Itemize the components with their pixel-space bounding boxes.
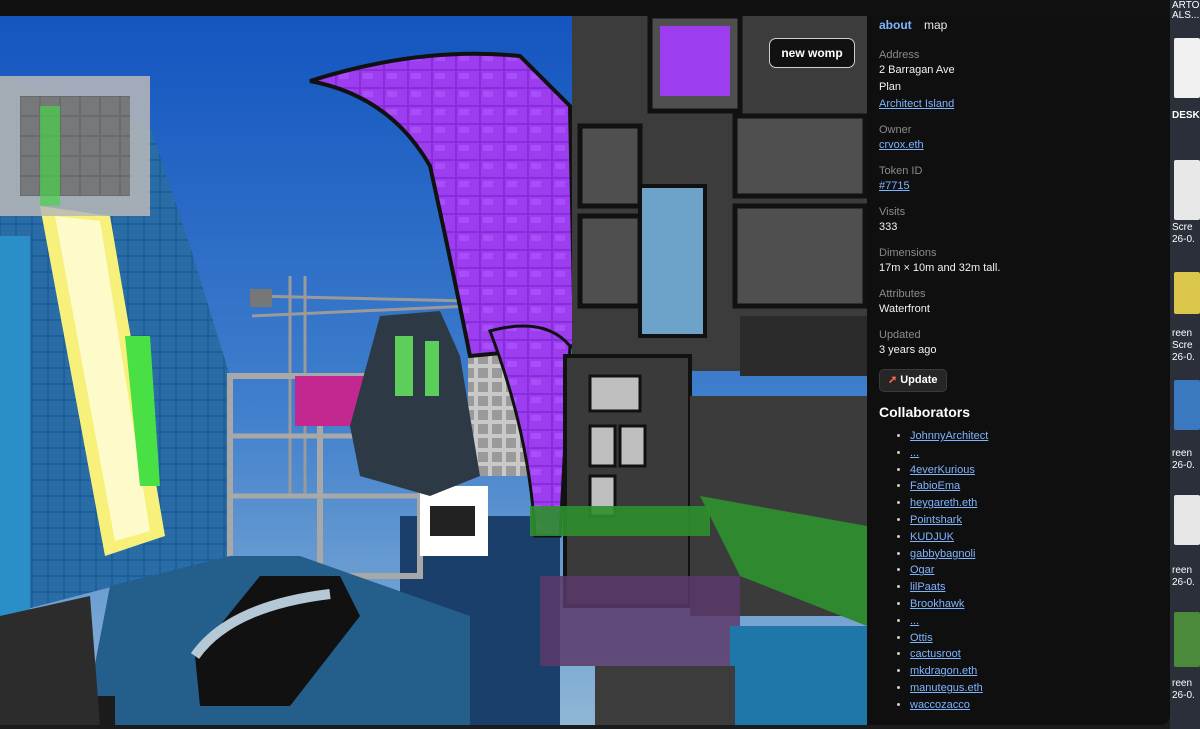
collaborator-link[interactable]: cactusroot xyxy=(910,648,961,660)
collaborator-link[interactable]: JohnnyArchitect xyxy=(910,430,988,442)
collaborator-link[interactable]: lilPaats xyxy=(910,581,945,593)
list-item: Ogar xyxy=(910,562,1158,579)
window-top-bar xyxy=(0,0,1200,16)
list-item: gabbybagnoli xyxy=(910,546,1158,563)
token-id-link[interactable]: #7715 xyxy=(879,180,910,192)
list-item: lilPaats xyxy=(910,579,1158,596)
new-womp-button[interactable]: new womp xyxy=(769,38,855,68)
collaborator-link[interactable]: Brookhawk xyxy=(910,598,964,610)
collaborator-link[interactable]: KUDJUK xyxy=(910,531,954,543)
desktop-icon-label[interactable]: Scre xyxy=(1172,340,1200,351)
list-item: ... xyxy=(910,613,1158,630)
desktop-file-thumbnail[interactable] xyxy=(1174,160,1200,220)
collaborator-link[interactable]: Ottis xyxy=(910,632,933,644)
dimensions-label: Dimensions xyxy=(879,247,937,259)
rocket-icon: ➚ xyxy=(888,374,898,386)
desktop-background-strip: ARTO ALS... DESK Scre 26-0. reen Scre 26… xyxy=(1170,0,1200,729)
address-label: Address xyxy=(879,49,920,61)
visits-value: 333 xyxy=(879,221,898,233)
list-item: waccozacco xyxy=(910,697,1158,714)
collaborator-link[interactable]: Pointshark xyxy=(910,514,962,526)
desktop-icon-label[interactable]: reen xyxy=(1172,565,1200,576)
desktop-icon-label[interactable]: 26-0. xyxy=(1172,577,1200,588)
sidebar-tabs: about map xyxy=(879,18,1158,38)
desktop-file-thumbnail[interactable] xyxy=(1174,612,1200,667)
desktop-file-thumbnail[interactable] xyxy=(1174,272,1200,314)
attributes-label: Attributes xyxy=(879,288,926,300)
parcel-info-sidebar: about map Address 2 Barragan Ave Plan Ar… xyxy=(867,16,1170,725)
desktop-file-thumbnail[interactable] xyxy=(1174,380,1200,430)
update-button-label: Update xyxy=(900,374,938,386)
app-window: new womp about map Address 2 Barragan Av… xyxy=(0,0,1200,729)
list-item: KUDJUK xyxy=(910,529,1158,546)
owner-label: Owner xyxy=(879,124,912,136)
list-item: mkdragon.eth xyxy=(910,663,1158,680)
list-item: Brookhawk xyxy=(910,596,1158,613)
plan-value: Plan xyxy=(879,81,902,93)
list-item: Ottis xyxy=(910,630,1158,647)
desktop-icon-label[interactable]: DESK xyxy=(1172,110,1200,121)
collaborators-heading: Collaborators xyxy=(879,404,971,420)
visits-label: Visits xyxy=(879,206,906,218)
tab-map[interactable]: map xyxy=(924,18,947,32)
list-item: heygareth.eth xyxy=(910,495,1158,512)
collaborator-link[interactable]: gabbybagnoli xyxy=(910,548,975,560)
desktop-icon-label[interactable]: 26-0. xyxy=(1172,352,1200,363)
updated-value: 3 years ago xyxy=(879,344,937,356)
collaborator-link[interactable]: 4everKurious xyxy=(910,464,975,476)
desktop-icon-label[interactable]: 26-0. xyxy=(1172,234,1200,245)
list-item: cactusroot xyxy=(910,646,1158,663)
collaborator-link[interactable]: ... xyxy=(910,447,919,459)
desktop-icon-label[interactable]: reen xyxy=(1172,328,1200,339)
collaborator-link[interactable]: waccozacco xyxy=(910,699,970,711)
list-item: 4everKurious xyxy=(910,462,1158,479)
island-link[interactable]: Architect Island xyxy=(879,98,954,110)
collaborator-link[interactable]: FabioEma xyxy=(910,480,960,492)
desktop-icon-label[interactable]: Scre xyxy=(1172,222,1200,233)
desktop-file-thumbnail[interactable] xyxy=(1174,495,1200,545)
dimensions-value: 17m × 10m and 32m tall. xyxy=(879,262,1001,274)
desktop-icon-label[interactable]: reen xyxy=(1172,448,1200,459)
collaborator-link[interactable]: ... xyxy=(910,615,919,627)
tab-about[interactable]: about xyxy=(879,18,912,32)
list-item: ... xyxy=(910,445,1158,462)
update-button[interactable]: ➚ Update xyxy=(879,369,947,392)
voxel-scene-render xyxy=(0,16,867,725)
voxel-scene-viewport[interactable]: new womp xyxy=(0,16,867,725)
collaborator-link[interactable]: mkdragon.eth xyxy=(910,665,977,677)
updated-label: Updated xyxy=(879,329,921,341)
list-item: Pointshark xyxy=(910,512,1158,529)
list-item: JohnnyArchitect xyxy=(910,428,1158,445)
desktop-icon-label[interactable]: ALS... xyxy=(1172,10,1200,21)
desktop-icon-label[interactable]: 26-0. xyxy=(1172,690,1200,701)
address-value: 2 Barragan Ave xyxy=(879,64,955,76)
collaborators-list: JohnnyArchitect ... 4everKurious FabioEm… xyxy=(879,428,1158,714)
collaborator-link[interactable]: Ogar xyxy=(910,564,934,576)
desktop-file-thumbnail[interactable] xyxy=(1174,38,1200,98)
list-item: manutegus.eth xyxy=(910,680,1158,697)
collaborator-link[interactable]: heygareth.eth xyxy=(910,497,977,509)
collaborator-link[interactable]: manutegus.eth xyxy=(910,682,983,694)
desktop-icon-label[interactable]: reen xyxy=(1172,678,1200,689)
owner-link[interactable]: crvox.eth xyxy=(879,139,924,151)
desktop-icon-label[interactable]: 26-0. xyxy=(1172,460,1200,471)
attributes-value: Waterfront xyxy=(879,303,930,315)
token-id-label: Token ID xyxy=(879,165,923,177)
list-item: FabioEma xyxy=(910,478,1158,495)
